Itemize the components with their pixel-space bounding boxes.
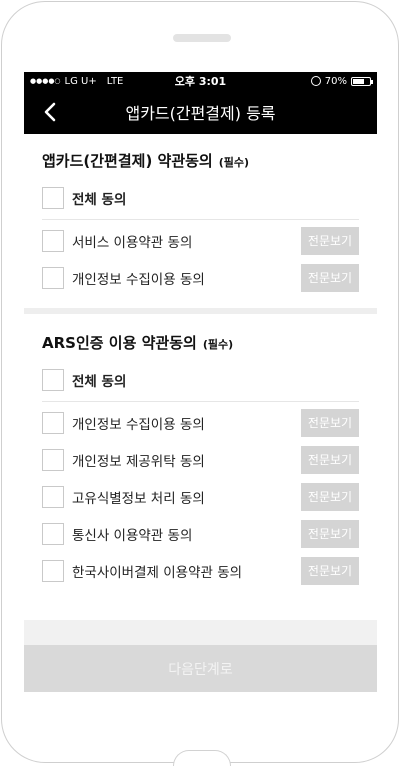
phone-frame: ●●●●○ LG U+ LTE 오후 3:01 70% 앱카드(간편결제) 등록… — [1, 1, 399, 766]
terms-checkbox[interactable] — [42, 411, 64, 434]
terms-label: 한국사이버결제 이용약관 동의 — [72, 564, 243, 581]
view-full-text-button[interactable]: 전문보기 — [301, 482, 359, 511]
required-tag: (필수) — [202, 338, 234, 351]
appcard-agree-all-checkbox[interactable] — [42, 186, 64, 209]
view-full-text-button[interactable]: 전문보기 — [301, 408, 359, 437]
terms-row[interactable]: 개인정보 수집이용 동의 전문보기 — [42, 259, 359, 296]
ars-terms-title: ARS인증 이용 약관동의 (필수) — [42, 332, 359, 353]
speaker-grille — [173, 34, 231, 42]
back-arrow-icon[interactable] — [40, 101, 62, 123]
appcard-terms-section: 앱카드(간편결제) 약관동의 (필수) 전체 동의 서비스 이용약관 동의 전문… — [24, 134, 377, 296]
ars-terms-heading: ARS인증 이용 약관동의 — [42, 334, 197, 352]
terms-checkbox[interactable] — [42, 559, 64, 582]
terms-checkbox[interactable] — [42, 229, 64, 252]
agree-all-label: 전체 동의 — [72, 191, 127, 208]
required-tag: (필수) — [218, 156, 250, 169]
rotation-lock-icon — [310, 76, 321, 86]
terms-label: 개인정보 제공위탁 동의 — [72, 453, 205, 470]
appcard-terms-heading: 앱카드(간편결제) 약관동의 — [42, 152, 213, 170]
terms-checkbox[interactable] — [42, 448, 64, 471]
terms-row[interactable]: 고유식별정보 처리 동의 전문보기 — [42, 478, 359, 515]
view-full-text-button[interactable]: 전문보기 — [301, 519, 359, 548]
terms-label: 고유식별정보 처리 동의 — [72, 490, 205, 507]
ars-agree-all-row[interactable]: 전체 동의 — [42, 361, 359, 398]
terms-checkbox[interactable] — [42, 522, 64, 545]
terms-label: 통신사 이용약관 동의 — [72, 527, 193, 544]
appcard-agree-all-row[interactable]: 전체 동의 — [42, 179, 359, 216]
next-step-button[interactable]: 다음단계로 — [24, 645, 377, 692]
status-bar: ●●●●○ LG U+ LTE 오후 3:01 70% — [24, 72, 377, 90]
page-title: 앱카드(간편결제) 등록 — [125, 104, 276, 123]
terms-row[interactable]: 한국사이버결제 이용약관 동의 전문보기 — [42, 552, 359, 589]
terms-row[interactable]: 서비스 이용약관 동의 전문보기 — [42, 222, 359, 259]
terms-label: 서비스 이용약관 동의 — [72, 234, 193, 251]
terms-label: 개인정보 수집이용 동의 — [72, 416, 205, 433]
ars-agree-all-checkbox[interactable] — [42, 368, 64, 391]
terms-row[interactable]: 개인정보 제공위탁 동의 전문보기 — [42, 441, 359, 478]
view-full-text-button[interactable]: 전문보기 — [301, 445, 359, 474]
view-full-text-button[interactable]: 전문보기 — [301, 263, 359, 292]
ars-terms-section: ARS인증 이용 약관동의 (필수) 전체 동의 개인정보 수집이용 동의 전문… — [24, 314, 377, 589]
view-full-text-button[interactable]: 전문보기 — [301, 556, 359, 585]
agree-all-label: 전체 동의 — [72, 373, 127, 390]
view-full-text-button[interactable]: 전문보기 — [301, 226, 359, 255]
terms-checkbox[interactable] — [42, 485, 64, 508]
terms-checkbox[interactable] — [42, 266, 64, 289]
terms-row[interactable]: 통신사 이용약관 동의 전문보기 — [42, 515, 359, 552]
divider — [42, 219, 359, 220]
terms-row[interactable]: 개인정보 수집이용 동의 전문보기 — [42, 404, 359, 441]
status-time: 오후 3:01 — [174, 75, 227, 88]
terms-label: 개인정보 수집이용 동의 — [72, 271, 205, 288]
appcard-terms-title: 앱카드(간편결제) 약관동의 (필수) — [42, 150, 359, 171]
app-screen: ●●●●○ LG U+ LTE 오후 3:01 70% 앱카드(간편결제) 등록… — [24, 72, 377, 692]
divider — [42, 401, 359, 402]
battery-icon — [351, 76, 373, 86]
nav-header: 앱카드(간편결제) 등록 — [24, 90, 377, 134]
